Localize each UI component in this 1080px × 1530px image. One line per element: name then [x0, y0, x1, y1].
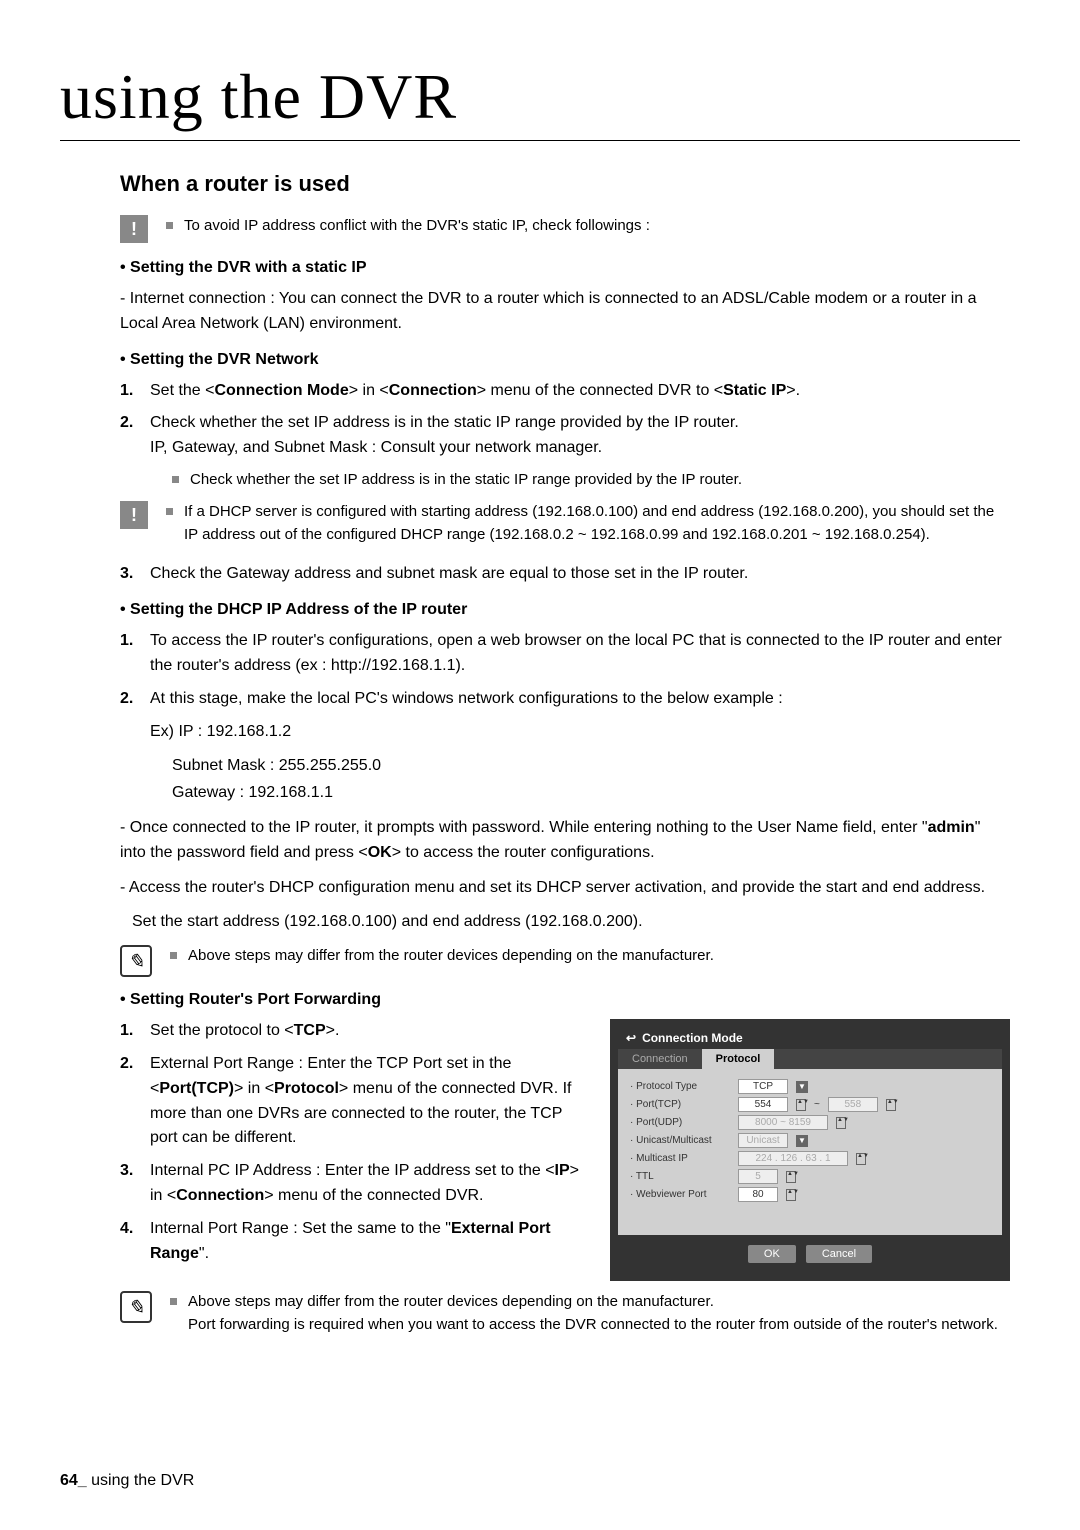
screenshot-titlebar: ↩ Connection Mode	[618, 1027, 1002, 1049]
sub-heading-dhcp: • Setting the DHCP IP Address of the IP …	[120, 601, 1010, 619]
note-text: Above steps may differ from the router d…	[170, 1291, 998, 1336]
list-number: 2.	[120, 411, 140, 461]
protocol-type-select[interactable]: TCP	[738, 1079, 788, 1094]
multicast-ip-field: 224 . 126 . 63 . 1	[738, 1151, 848, 1166]
example-line: Subnet Mask : 255.255.255.0	[120, 754, 1010, 779]
list-number: 4.	[120, 1217, 140, 1267]
webviewer-port-field[interactable]: 80	[738, 1187, 778, 1202]
list-item: Internal PC IP Address : Enter the IP ad…	[150, 1159, 590, 1209]
field-label: · Protocol Type	[630, 1081, 730, 1092]
sub-heading-static-ip: • Setting the DVR with a static IP	[120, 259, 1010, 277]
list-number: 3.	[120, 562, 140, 587]
paragraph: - Once connected to the IP router, it pr…	[120, 816, 1010, 866]
unicast-multicast-select: Unicast	[738, 1133, 788, 1148]
warning-text: To avoid IP address conflict with the DV…	[166, 215, 650, 238]
back-icon[interactable]: ↩	[626, 1031, 636, 1045]
warning-icon: !	[120, 501, 148, 529]
field-label: · Port(TCP)	[630, 1099, 730, 1110]
chapter-title: using the DVR	[60, 60, 1020, 141]
stepper-icon[interactable]: ▲▼	[836, 1117, 846, 1129]
list-item: Set the protocol to <TCP>.	[150, 1019, 339, 1044]
tab-protocol[interactable]: Protocol	[702, 1049, 775, 1069]
warning-icon: !	[120, 215, 148, 243]
tab-connection[interactable]: Connection	[618, 1049, 702, 1069]
dropdown-icon[interactable]: ▼	[796, 1081, 808, 1093]
screenshot-connection-mode: ↩ Connection Mode Connection Protocol · …	[610, 1019, 1010, 1281]
warning-text: If a DHCP server is configured with star…	[166, 501, 1010, 546]
paragraph: - Internet connection : You can connect …	[120, 287, 1010, 337]
list-item: Internal Port Range : Set the same to th…	[150, 1217, 590, 1267]
port-udp-field: 8000 ~ 8159	[738, 1115, 828, 1130]
cancel-button[interactable]: Cancel	[806, 1245, 872, 1263]
example-line: Ex) IP : 192.168.1.2	[120, 720, 1010, 745]
stepper-icon[interactable]: ▲▼	[786, 1189, 796, 1201]
stepper-icon[interactable]: ▲▼	[796, 1099, 806, 1111]
list-number: 2.	[120, 1052, 140, 1151]
page-footer: 64_ using the DVR	[60, 1472, 194, 1490]
sub-heading-dvr-network: • Setting the DVR Network	[120, 351, 1010, 369]
ttl-field: 5	[738, 1169, 778, 1184]
stepper-icon[interactable]: ▲▼	[856, 1153, 866, 1165]
list-item: Check the Gateway address and subnet mas…	[150, 562, 748, 587]
list-item: Check whether the set IP address is in t…	[150, 411, 739, 461]
list-number: 1.	[120, 1019, 140, 1044]
note-icon: ✎	[120, 945, 152, 977]
sub-heading-port-forwarding: • Setting Router's Port Forwarding	[120, 991, 1010, 1009]
port-tcp-end: 558	[828, 1097, 878, 1112]
list-number: 1.	[120, 629, 140, 679]
stepper-icon[interactable]: ▲▼	[786, 1171, 796, 1183]
sub-bullet: Check whether the set IP address is in t…	[172, 469, 1010, 492]
field-label: · Port(UDP)	[630, 1117, 730, 1128]
field-label: · Webviewer Port	[630, 1189, 730, 1200]
list-number: 2.	[120, 687, 140, 712]
note-icon: ✎	[120, 1291, 152, 1323]
field-label: · Multicast IP	[630, 1153, 730, 1164]
ok-button[interactable]: OK	[748, 1245, 796, 1263]
list-number: 3.	[120, 1159, 140, 1209]
list-item: External Port Range : Enter the TCP Port…	[150, 1052, 590, 1151]
list-item: At this stage, make the local PC's windo…	[150, 687, 783, 712]
list-item: To access the IP router's configurations…	[150, 629, 1010, 679]
field-label: · TTL	[630, 1171, 730, 1182]
dropdown-icon[interactable]: ▼	[796, 1135, 808, 1147]
section-heading: When a router is used	[120, 171, 1010, 197]
port-tcp-start[interactable]: 554	[738, 1097, 788, 1112]
list-number: 1.	[120, 379, 140, 404]
list-item: Set the <Connection Mode> in <Connection…	[150, 379, 800, 404]
stepper-icon[interactable]: ▲▼	[886, 1099, 896, 1111]
example-line: Gateway : 192.168.1.1	[120, 781, 1010, 806]
field-label: · Unicast/Multicast	[630, 1135, 730, 1146]
note-text: Above steps may differ from the router d…	[170, 945, 714, 968]
paragraph: Set the start address (192.168.0.100) an…	[120, 910, 1010, 935]
paragraph: - Access the router's DHCP configuration…	[120, 876, 1010, 901]
